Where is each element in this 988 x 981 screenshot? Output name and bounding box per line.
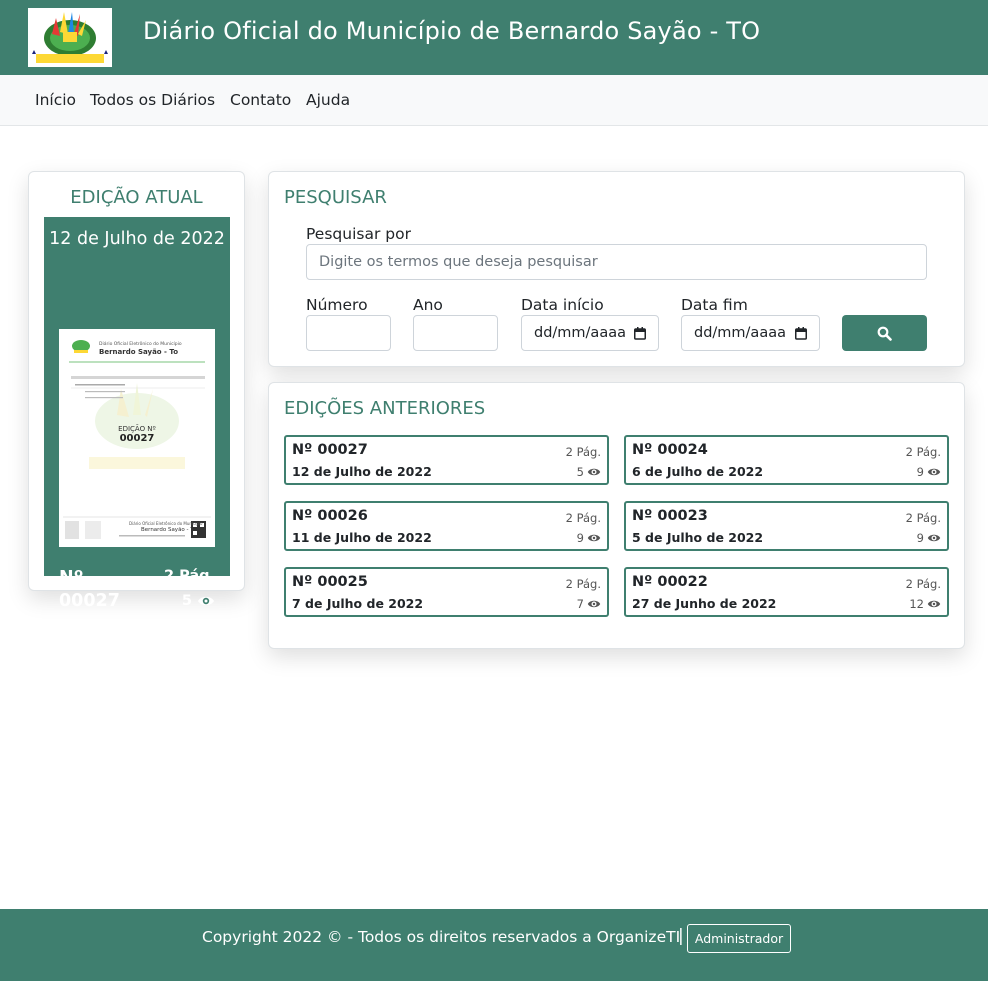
current-edition-thumbnail[interactable]: Diário Oficial Eletrônico do Município B… <box>59 329 215 547</box>
edition-view-count: 5 <box>576 465 584 479</box>
main-navigation: Início Todos os Diários Contato Ajuda <box>0 75 988 126</box>
edition-number: Nº 00025 <box>292 574 368 590</box>
municipality-logo[interactable] <box>28 8 112 67</box>
edition-view-count: 9 <box>916 465 924 479</box>
nav-link-inicio[interactable]: Início <box>35 91 76 109</box>
current-edition-views: 5 <box>182 593 215 609</box>
edition-pages: 2 Pág. <box>905 445 941 459</box>
year-label: Ano <box>413 296 443 314</box>
edition-date: 12 de Julho de 2022 <box>292 464 432 479</box>
edition-view-count: 12 <box>909 597 924 611</box>
admin-button[interactable]: Administrador <box>687 924 791 953</box>
edition-pages: 2 Pág. <box>905 577 941 591</box>
current-edition-panel[interactable]: 12 de Julho de 2022 Diário Oficial Eletr… <box>44 217 230 611</box>
edition-number: Nº 00022 <box>632 574 708 590</box>
date-end-input[interactable]: dd/mm/aaaa <box>681 315 820 351</box>
edition-number: Nº 00027 <box>292 442 368 458</box>
search-button[interactable] <box>842 315 927 351</box>
edition-pages: 2 Pág. <box>565 577 601 591</box>
year-input[interactable] <box>413 315 498 351</box>
copyright-text: Copyright 2022 © - Todos os direitos res… <box>202 928 681 946</box>
edition-pages: 2 Pág. <box>565 511 601 525</box>
date-end-label: Data fim <box>681 296 748 314</box>
search-query-input[interactable]: Digite os termos que deseja pesquisar <box>306 244 927 280</box>
footer-separator: | <box>678 926 684 946</box>
edition-date: 5 de Julho de 2022 <box>632 530 764 545</box>
edition-view-count: 7 <box>576 597 584 611</box>
eye-icon <box>198 596 214 606</box>
edition-pages: 2 Pág. <box>905 511 941 525</box>
search-heading: PESQUISAR <box>284 187 387 208</box>
edition-number: Nº 00024 <box>632 442 708 458</box>
number-label: Número <box>306 296 368 314</box>
search-query-placeholder: Digite os termos que deseja pesquisar <box>319 254 598 270</box>
edition-view-count: 9 <box>916 531 924 545</box>
edition-views: 9 <box>917 465 941 479</box>
site-title: Diário Oficial do Município de Bernardo … <box>143 17 761 45</box>
nav-link-ajuda[interactable]: Ajuda <box>306 91 350 109</box>
edition-number: Nº 00023 <box>632 508 708 524</box>
site-footer: Copyright 2022 © - Todos os direitos res… <box>0 909 988 981</box>
thumbnail-edition-number: 00027 <box>119 433 155 444</box>
search-icon <box>877 326 892 341</box>
current-edition-view-count: 5 <box>181 593 192 609</box>
edition-card[interactable]: Nº 00024 6 de Julho de 2022 2 Pág. 9 <box>624 435 949 485</box>
edition-date: 7 de Julho de 2022 <box>292 596 424 611</box>
edition-card[interactable]: Nº 00022 27 de Junho de 2022 2 Pág. 12 <box>624 567 949 617</box>
date-start-label: Data início <box>521 296 604 314</box>
edition-date: 6 de Julho de 2022 <box>632 464 764 479</box>
nav-link-contato[interactable]: Contato <box>230 91 291 109</box>
edition-views: 9 <box>917 531 941 545</box>
edition-card[interactable]: Nº 00027 12 de Julho de 2022 2 Pág. 5 <box>284 435 609 485</box>
date-start-input[interactable]: dd/mm/aaaa <box>521 315 659 351</box>
edition-views: 5 <box>577 465 601 479</box>
thumbnail-footer-title: Diário Oficial Eletrônico do Município <box>129 521 203 526</box>
edition-views: 7 <box>577 597 601 611</box>
date-end-placeholder: dd/mm/aaaa <box>694 325 786 341</box>
edition-card[interactable]: Nº 00026 11 de Julho de 2022 2 Pág. 9 <box>284 501 609 551</box>
eye-icon <box>587 534 601 542</box>
edition-date: 27 de Junho de 2022 <box>632 596 777 611</box>
thumbnail-header-big: Bernardo Sayão - To <box>99 348 179 356</box>
current-edition-number: Nº 00027 <box>59 568 120 611</box>
thumbnail-footer-city: Bernardo Sayão - To <box>141 527 197 533</box>
edition-number: Nº 00026 <box>292 508 368 524</box>
edition-date: 11 de Julho de 2022 <box>292 530 432 545</box>
calendar-icon[interactable] <box>795 326 807 340</box>
date-start-placeholder: dd/mm/aaaa <box>534 325 626 341</box>
edition-views: 12 <box>909 597 941 611</box>
eye-icon <box>927 468 941 476</box>
previous-editions-heading: EDIÇÕES ANTERIORES <box>284 398 486 419</box>
query-label: Pesquisar por <box>306 225 411 243</box>
eye-icon <box>927 534 941 542</box>
nav-link-todos-os-diarios[interactable]: Todos os Diários <box>90 91 215 109</box>
calendar-icon[interactable] <box>634 326 646 340</box>
eye-icon <box>587 468 601 476</box>
edition-view-count: 9 <box>576 531 584 545</box>
edition-pages: 2 Pág. <box>565 445 601 459</box>
current-edition-heading: EDIÇÃO ATUAL <box>70 187 203 208</box>
eye-icon <box>927 600 941 608</box>
search-card: PESQUISAR Pesquisar por Digite os termos… <box>268 171 965 367</box>
current-edition-card: EDIÇÃO ATUAL 12 de Julho de 2022 Diário … <box>28 171 245 611</box>
current-edition-pages: 2 Pág. <box>163 568 215 584</box>
current-edition-date: 12 de Julho de 2022 <box>49 229 225 249</box>
thumbnail-edition-label: EDIÇÃO Nº <box>118 425 156 433</box>
site-header: Diário Oficial do Município de Bernardo … <box>0 0 988 75</box>
thumbnail-header-small: Diário Oficial Eletrônico do Município <box>99 342 182 347</box>
edition-card[interactable]: Nº 00023 5 de Julho de 2022 2 Pág. 9 <box>624 501 949 551</box>
eye-icon <box>587 600 601 608</box>
edition-number-input[interactable] <box>306 315 391 351</box>
edition-views: 9 <box>577 531 601 545</box>
previous-editions-card: EDIÇÕES ANTERIORES Nº 00027 12 de Julho … <box>268 382 965 649</box>
edition-card[interactable]: Nº 00025 7 de Julho de 2022 2 Pág. 7 <box>284 567 609 617</box>
